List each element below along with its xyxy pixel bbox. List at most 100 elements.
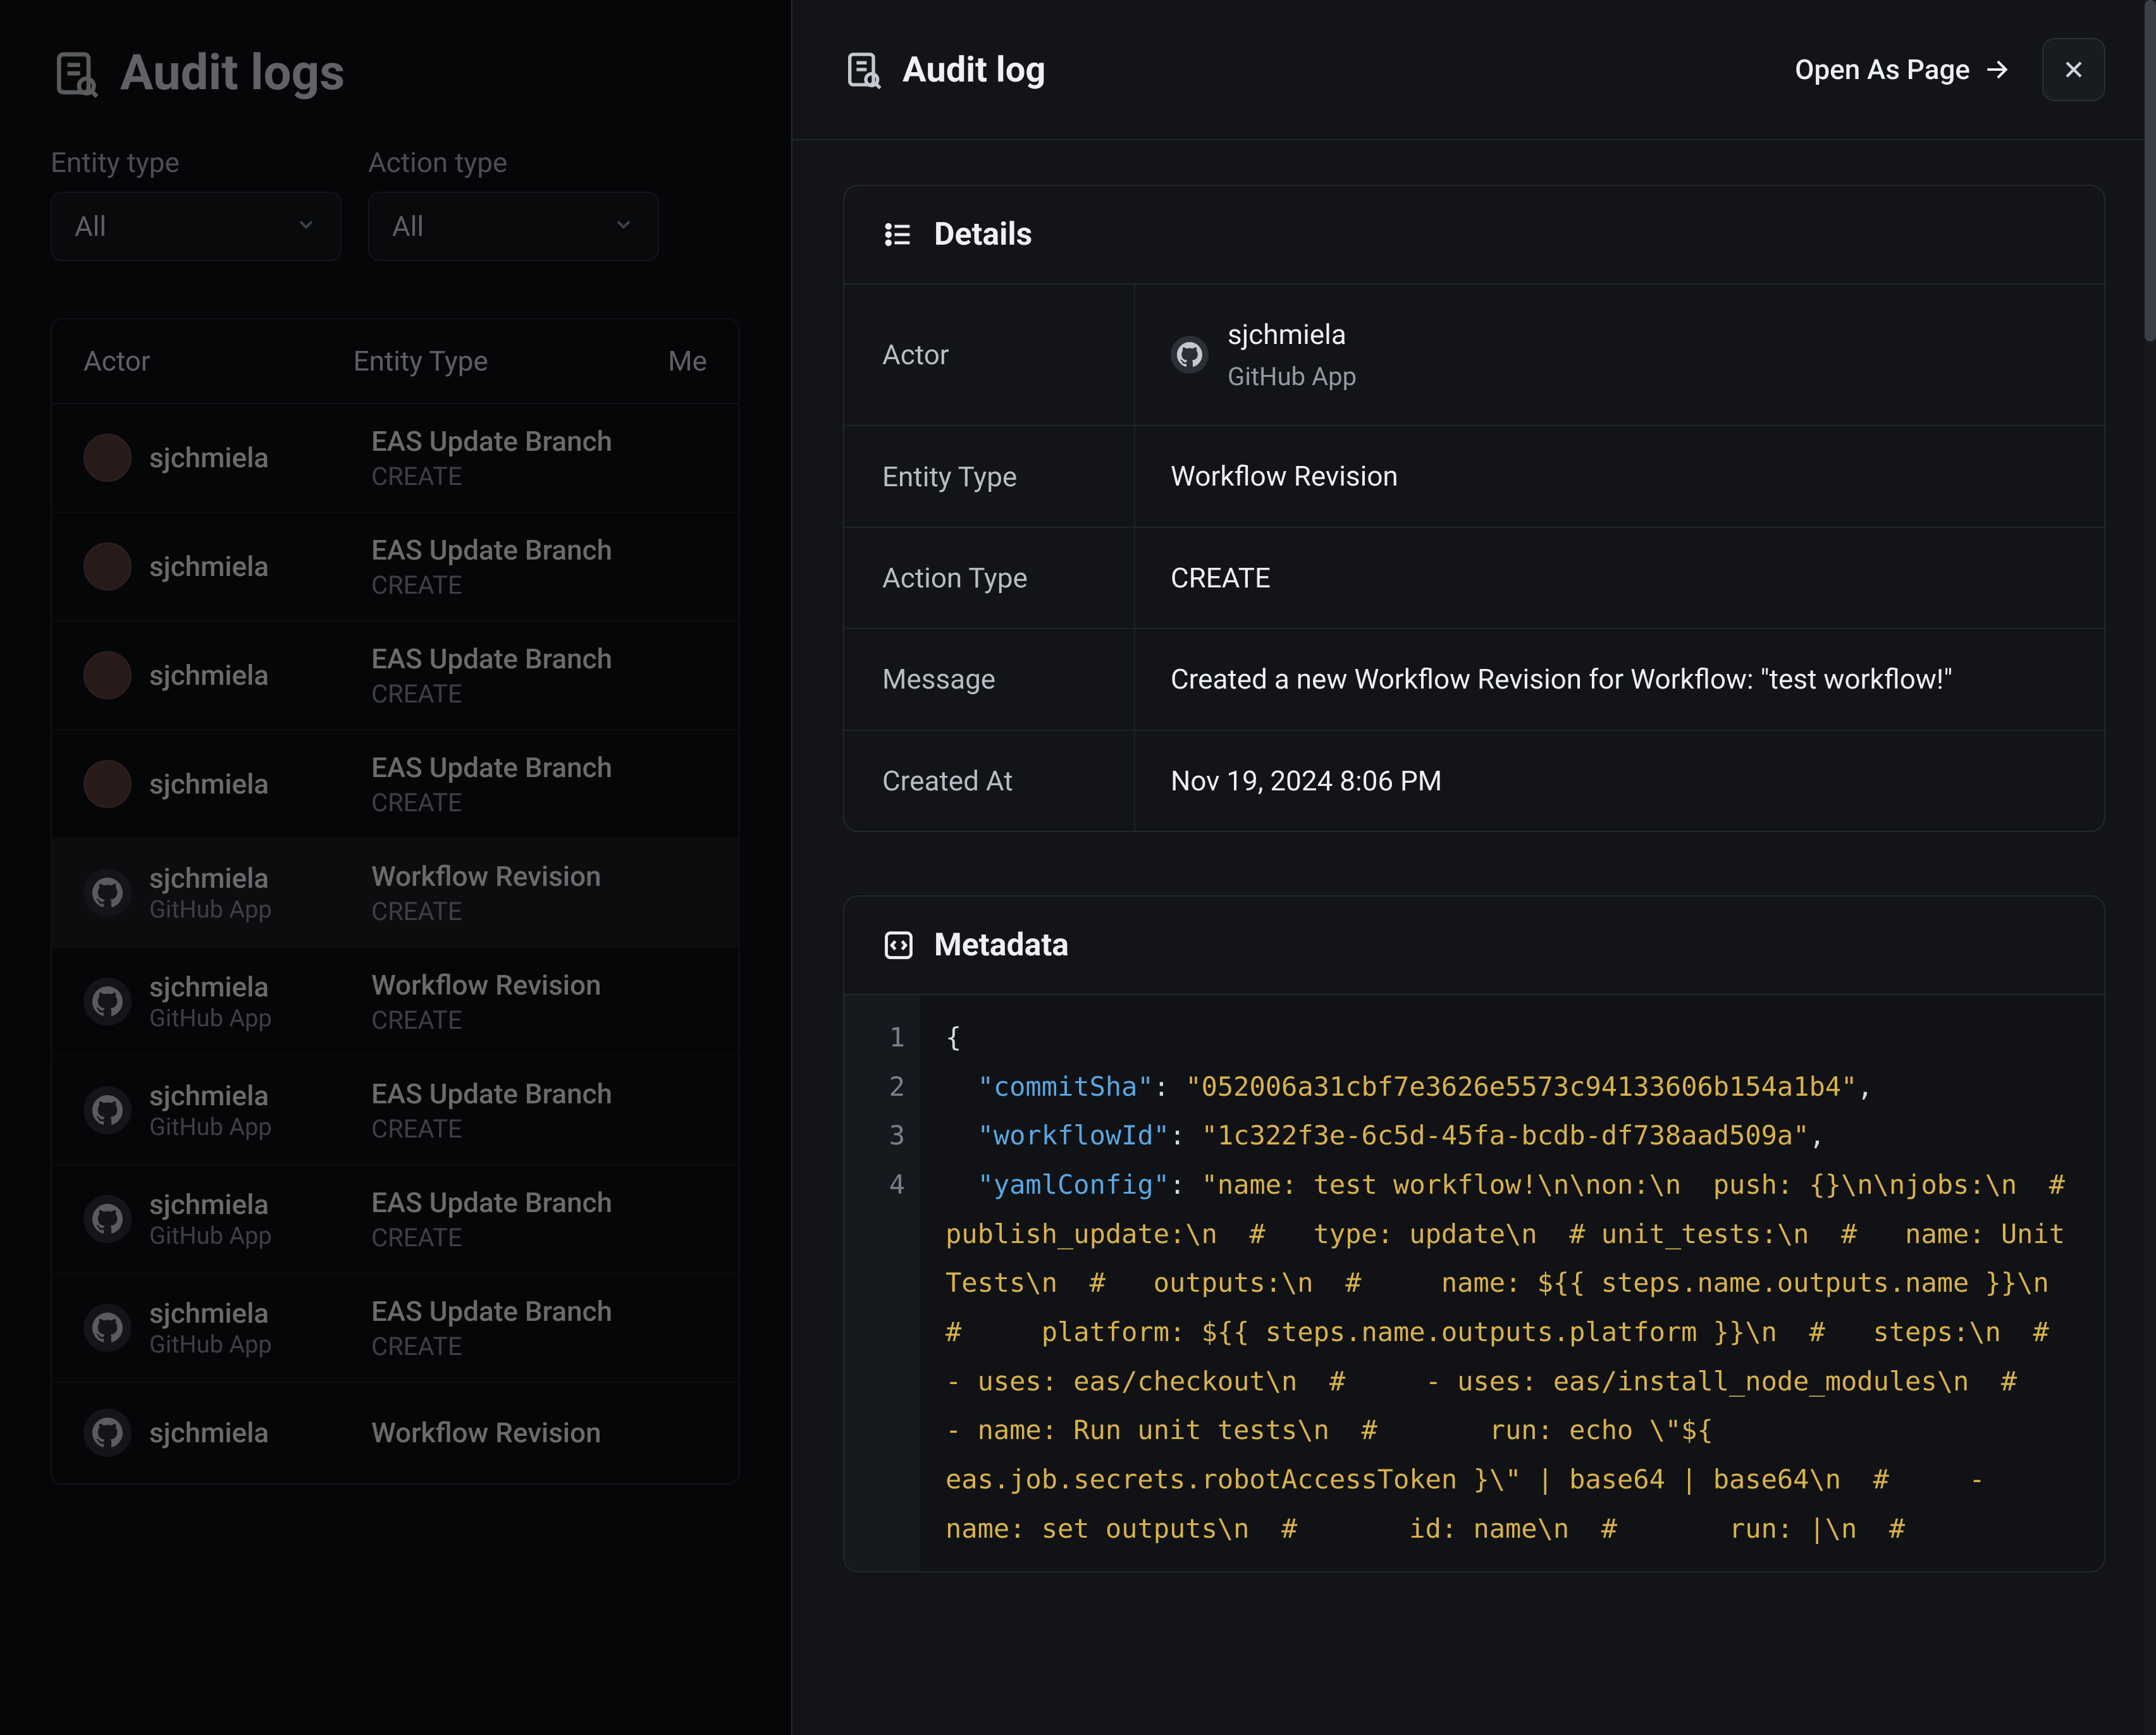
entity-type: EAS Update Branch — [371, 425, 707, 458]
user-avatar — [83, 760, 132, 808]
chevron-down-icon — [295, 210, 317, 243]
actor-name: sjchmiela — [149, 659, 269, 692]
page-header: Audit logs — [51, 44, 740, 102]
metadata-json: 1 2 3 4 { "commitSha": "052006a31cbf7e36… — [844, 995, 2104, 1571]
details-card: Details Actor sjchmiela GitHub App — [843, 185, 2105, 832]
detail-label: Entity Type — [844, 426, 1135, 526]
actor-name: sjchmiela — [149, 1297, 272, 1330]
table-row[interactable]: sjchmielaEAS Update BranchCREATEAc"@ — [52, 513, 739, 622]
actor-name: sjchmiela — [1228, 312, 1357, 357]
action-type-select[interactable]: All — [368, 192, 659, 261]
table-row[interactable]: sjchmielaGitHub App Workflow Revision CREA… — [52, 839, 739, 948]
actor-name: sjchmiela — [149, 1416, 269, 1449]
detail-value: Nov 19, 2024 8:06 PM — [1135, 731, 2104, 831]
entity-type: EAS Update Branch — [371, 534, 707, 567]
detail-label: Message — [844, 629, 1135, 729]
actor-name: sjchmiela — [149, 862, 272, 895]
table-row[interactable]: sjchmielaEAS Update BranchCREATEAc"@ — [52, 404, 739, 513]
audit-log-table: Actor Entity Type Me sjchmielaEAS Update… — [51, 318, 740, 1485]
metadata-heading: Metadata — [934, 927, 1069, 964]
github-avatar-icon — [83, 1409, 132, 1457]
detail-row-action-type: Action Type CREATE — [844, 528, 2104, 629]
actor-name: sjchmiela — [149, 441, 269, 474]
actor-sub: GitHub App — [149, 896, 272, 924]
github-avatar-icon — [83, 869, 132, 917]
github-avatar-icon — [83, 1086, 132, 1134]
action-type: CREATE — [371, 679, 707, 709]
detail-row-message: Message Created a new Workflow Revision … — [844, 629, 2104, 730]
github-icon — [1171, 336, 1209, 374]
action-type: CREATE — [371, 1005, 707, 1035]
entity-type: EAS Update Branch — [371, 751, 707, 784]
user-avatar — [83, 651, 132, 699]
entity-type: Workflow Revision — [371, 969, 707, 1002]
entity-type: Workflow Revision — [371, 1416, 707, 1449]
open-as-page-button[interactable]: Open As Page — [1795, 53, 2011, 86]
scrollbar-thumb[interactable] — [2145, 0, 2156, 341]
action-type: CREATE — [371, 1332, 707, 1361]
open-as-page-label: Open As Page — [1795, 53, 1970, 86]
action-type-value: All — [392, 210, 424, 243]
detail-value: CREATE — [1135, 528, 2104, 628]
detail-row-entity-type: Entity Type Workflow Revision — [844, 426, 2104, 527]
table-row[interactable]: sjchmielaGitHub AppEAS Update BranchCREA… — [52, 1165, 739, 1274]
audit-logs-icon — [51, 48, 101, 99]
table-row[interactable]: sjchmielaGitHub App Workflow RevisionCREA… — [52, 948, 739, 1057]
arrow-right-icon — [1983, 56, 2011, 83]
action-type: CREATE — [371, 462, 707, 491]
audit-log-icon — [843, 49, 884, 90]
page-title: Audit logs — [120, 44, 345, 102]
actor-name: sjchmiela — [149, 1079, 272, 1112]
user-avatar — [83, 543, 132, 591]
table-row[interactable]: sjchmiela Workflow Revision — [52, 1383, 739, 1484]
actor-sub: GitHub App — [149, 1005, 272, 1033]
filters-row: Entity type All Action type All — [51, 146, 740, 261]
actor-name: sjchmiela — [149, 1188, 272, 1221]
details-heading: Details — [934, 216, 1032, 253]
th-message: Me — [668, 345, 707, 377]
line-gutter: 1 2 3 4 — [844, 995, 920, 1571]
code-body: { "commitSha": "052006a31cbf7e3626e5573c… — [920, 995, 2104, 1571]
actor-name: sjchmiela — [149, 971, 272, 1003]
action-type: CREATE — [371, 897, 707, 926]
table-row[interactable]: sjchmielaGitHub AppEAS Update BranchCREA… — [52, 1057, 739, 1165]
close-button[interactable] — [2042, 38, 2105, 101]
user-avatar — [83, 434, 132, 482]
actor-sub: GitHub App — [149, 1113, 272, 1141]
code-icon — [882, 929, 915, 962]
github-avatar-icon — [83, 1304, 132, 1352]
action-type-label: Action type — [368, 146, 659, 179]
action-type: CREATE — [371, 1114, 707, 1144]
table-row[interactable]: sjchmielaEAS Update BranchCREATEAc"@ — [52, 622, 739, 730]
actor-name: sjchmiela — [149, 550, 269, 583]
detail-value: Created a new Workflow Revision for Work… — [1135, 629, 2104, 729]
table-row[interactable]: sjchmielaEAS Update BranchCREATEAc"@ — [52, 730, 739, 839]
actor-sub: GitHub App — [149, 1331, 272, 1359]
drawer-header: Audit log Open As Page — [792, 0, 2156, 140]
action-type: CREATE — [371, 570, 707, 600]
actor-name: sjchmiela — [149, 768, 269, 800]
action-type: CREATE — [371, 1223, 707, 1253]
entity-type-select[interactable]: All — [51, 192, 342, 261]
metadata-header: Metadata — [844, 897, 2104, 995]
entity-type-label: Entity type — [51, 146, 342, 179]
github-avatar-icon — [83, 1195, 132, 1243]
detail-label: Actor — [844, 285, 1135, 425]
chevron-down-icon — [612, 210, 635, 243]
table-header: Actor Entity Type Me — [52, 319, 739, 404]
th-entity: Entity Type — [354, 345, 668, 377]
actor-sub: GitHub App — [149, 1222, 272, 1250]
entity-type-value: All — [75, 210, 106, 243]
entity-type: Workflow Revision — [371, 860, 707, 893]
detail-value: Workflow Revision — [1135, 426, 2104, 526]
detail-label: Created At — [844, 731, 1135, 831]
detail-row-created-at: Created At Nov 19, 2024 8:06 PM — [844, 731, 2104, 831]
detail-row-actor: Actor sjchmiela GitHub App — [844, 285, 2104, 426]
action-type: CREATE — [371, 788, 707, 818]
details-header: Details — [844, 186, 2104, 285]
table-row[interactable]: sjchmielaGitHub App EAS Update Branch CREA… — [52, 1274, 739, 1383]
audit-logs-page: Audit logs Entity type All Action type A… — [0, 0, 791, 1735]
entity-type: EAS Update Branch — [371, 1295, 707, 1328]
scrollbar[interactable] — [2145, 0, 2156, 1735]
actor-sub: GitHub App — [1228, 357, 1357, 397]
